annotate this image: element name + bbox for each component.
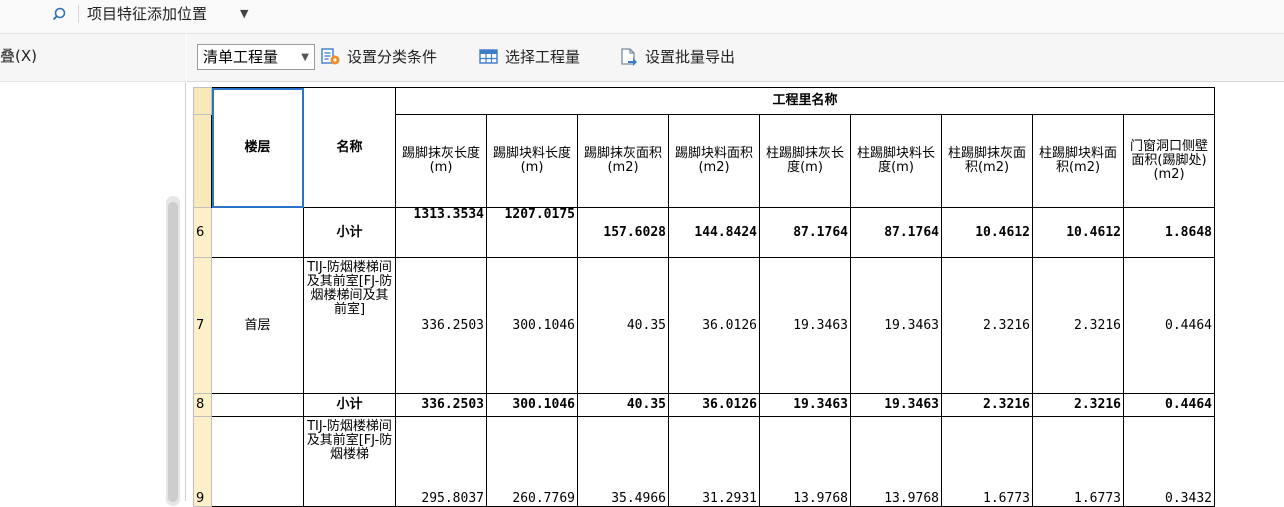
- floor-cell[interactable]: 首层: [211, 257, 304, 394]
- value-cell[interactable]: 10.4612: [941, 207, 1033, 258]
- value-cell[interactable]: 2.3216: [941, 257, 1033, 394]
- row-number[interactable]: 7: [193, 257, 212, 394]
- header-name[interactable]: 名称: [303, 87, 396, 208]
- header-column[interactable]: 柱踢脚抹灰面积(m2): [941, 114, 1033, 208]
- value-cell[interactable]: 1.8648: [1123, 207, 1215, 258]
- chevron-down-icon[interactable]: ▼: [240, 4, 248, 24]
- batch-export-label: 设置批量导出: [645, 48, 736, 66]
- header-column[interactable]: 柱踢脚块料长度(m): [850, 114, 942, 208]
- choose-quantity-button[interactable]: 选择工程量: [479, 44, 611, 70]
- field-position-dropdown[interactable]: 项目特征添加位置: [87, 4, 207, 24]
- value-cell[interactable]: 0.4464: [1123, 393, 1215, 417]
- header-quantity-group[interactable]: 工程里名称: [395, 87, 1215, 115]
- value-cell[interactable]: 19.3463: [850, 393, 942, 417]
- header-column[interactable]: 门窗洞口侧壁面积(踢脚处)(m2): [1123, 114, 1215, 208]
- header-column[interactable]: 踢脚块料面积(m2): [668, 114, 760, 208]
- toolbar-separator: [78, 5, 79, 23]
- header-column[interactable]: 柱踢脚块料面积(m2): [1032, 114, 1124, 208]
- chevron-down-icon: ▼: [301, 52, 309, 63]
- table-row[interactable]: 8 小计 336.2503 300.1046 40.35 36.0126 19.…: [193, 393, 1215, 417]
- report-table: 楼层 名称 工程里名称 踢脚抹灰长度(m) 踢脚块料长度(m) 踢脚抹灰面积(m…: [193, 87, 1215, 507]
- row-number[interactable]: 6: [193, 207, 212, 258]
- row-header-cell[interactable]: [193, 87, 212, 115]
- value-cell[interactable]: 260.7769: [486, 416, 578, 507]
- value-cell[interactable]: 40.35: [577, 257, 669, 394]
- value-cell[interactable]: 2.3216: [941, 393, 1033, 417]
- report-toolbar: 清单工程量 ▼ 设置分类条件 选择工程量 设置批量导出: [187, 34, 1284, 82]
- batch-export-button[interactable]: 设置批量导出: [619, 44, 769, 70]
- value-cell[interactable]: 36.0126: [668, 257, 760, 394]
- set-category-button[interactable]: 设置分类条件: [321, 44, 471, 70]
- row-number[interactable]: 9: [193, 416, 212, 507]
- value-cell[interactable]: 31.2931: [668, 416, 760, 507]
- value-cell[interactable]: 19.3463: [759, 393, 851, 417]
- export-icon: [619, 48, 639, 66]
- value-cell[interactable]: 336.2503: [395, 257, 487, 394]
- value-cell[interactable]: 144.8424: [668, 207, 760, 258]
- value-cell[interactable]: 1.6773: [1032, 416, 1124, 507]
- name-cell[interactable]: TIJ-防烟楼梯间及其前室[FJ-防烟楼梯间及其前室]: [303, 257, 396, 394]
- value-cell[interactable]: 36.0126: [668, 393, 760, 417]
- name-cell[interactable]: TIJ-防烟楼梯间及其前室[FJ-防烟楼梯: [303, 416, 396, 507]
- header-column[interactable]: 踢脚块料长度(m): [486, 114, 578, 208]
- header-column[interactable]: 柱踢脚抹灰长度(m): [759, 114, 851, 208]
- row-header-cell[interactable]: [193, 114, 212, 208]
- category-settings-icon: [321, 48, 341, 66]
- value-cell[interactable]: 300.1046: [486, 393, 578, 417]
- value-cell[interactable]: 2.3216: [1032, 393, 1124, 417]
- header-floor[interactable]: 楼层: [211, 87, 304, 208]
- left-panel: 叠(X): [0, 34, 186, 506]
- floor-cell[interactable]: [211, 416, 304, 507]
- scrollbar-thumb[interactable]: [168, 202, 178, 502]
- value-cell[interactable]: 1207.0175: [486, 207, 578, 258]
- choose-quantity-label: 选择工程量: [505, 48, 581, 66]
- table-row[interactable]: 7 首层 TIJ-防烟楼梯间及其前室[FJ-防烟楼梯间及其前室] 336.250…: [193, 257, 1215, 394]
- value-cell[interactable]: 300.1046: [486, 257, 578, 394]
- quantity-type-select[interactable]: 清单工程量 ▼: [197, 44, 315, 70]
- value-cell[interactable]: 87.1764: [850, 207, 942, 258]
- value-cell[interactable]: 0.4464: [1123, 257, 1215, 394]
- left-panel-title[interactable]: 叠(X): [0, 46, 37, 66]
- value-cell[interactable]: 13.9768: [850, 416, 942, 507]
- name-cell[interactable]: 小计: [303, 393, 396, 417]
- left-panel-header: 叠(X): [0, 34, 186, 82]
- set-category-label: 设置分类条件: [347, 48, 438, 66]
- header-column[interactable]: 踢脚抹灰长度(m): [395, 114, 487, 208]
- value-cell[interactable]: 1.6773: [941, 416, 1033, 507]
- value-cell[interactable]: 40.35: [577, 393, 669, 417]
- value-cell[interactable]: 87.1764: [759, 207, 851, 258]
- header-column[interactable]: 踢脚抹灰面积(m2): [577, 114, 669, 208]
- value-cell[interactable]: 19.3463: [850, 257, 942, 394]
- value-cell[interactable]: 2.3216: [1032, 257, 1124, 394]
- table-row[interactable]: 6 小计 1313.3534 1207.0175 157.6028 144.84…: [193, 207, 1215, 258]
- value-cell[interactable]: 1313.3534: [395, 207, 487, 258]
- value-cell[interactable]: 10.4612: [1032, 207, 1124, 258]
- row-number[interactable]: 8: [193, 393, 212, 417]
- value-cell[interactable]: 336.2503: [395, 393, 487, 417]
- top-bar: 项目特征添加位置 ▼: [0, 0, 1284, 34]
- quantity-type-value: 清单工程量: [203, 48, 279, 66]
- search-icon[interactable]: [40, 4, 76, 24]
- table-icon: [479, 48, 499, 66]
- left-panel-scrollbar[interactable]: [166, 196, 180, 506]
- table-row[interactable]: 9 TIJ-防烟楼梯间及其前室[FJ-防烟楼梯 295.8037 260.776…: [193, 416, 1215, 507]
- quantity-report-grid: 楼层 名称 工程里名称 踢脚抹灰长度(m) 踢脚块料长度(m) 踢脚抹灰面积(m…: [193, 87, 1215, 507]
- value-cell[interactable]: 13.9768: [759, 416, 851, 507]
- value-cell[interactable]: 35.4966: [577, 416, 669, 507]
- floor-cell[interactable]: [211, 207, 304, 258]
- value-cell[interactable]: 295.8037: [395, 416, 487, 507]
- value-cell[interactable]: 157.6028: [577, 207, 669, 258]
- name-cell[interactable]: 小计: [303, 207, 396, 258]
- floor-cell[interactable]: [211, 393, 304, 417]
- value-cell[interactable]: 0.3432: [1123, 416, 1215, 507]
- value-cell[interactable]: 19.3463: [759, 257, 851, 394]
